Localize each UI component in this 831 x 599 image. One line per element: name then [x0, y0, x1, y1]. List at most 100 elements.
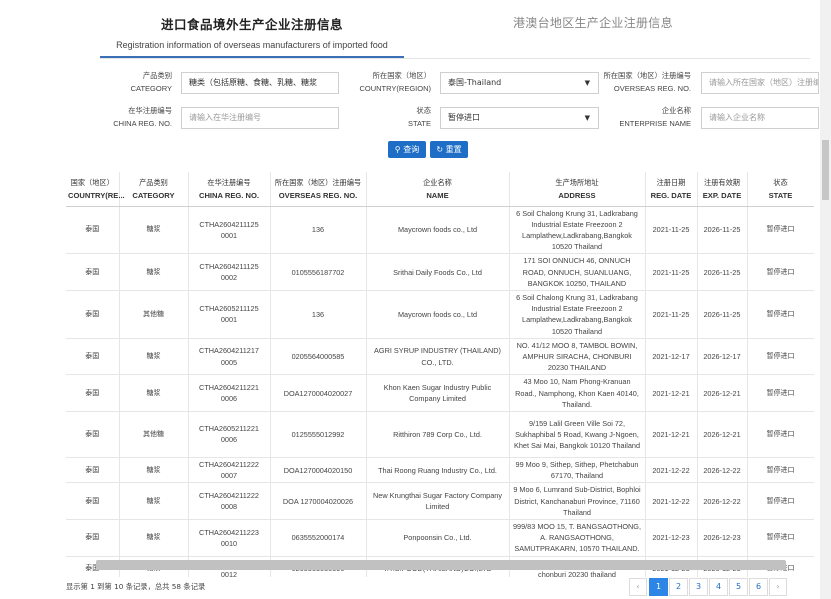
- pagination-page-3[interactable]: 3: [689, 578, 708, 596]
- cell-state: 暂停进口: [747, 374, 814, 412]
- enterprise-input[interactable]: 请输入企业名称: [701, 107, 819, 129]
- reset-button[interactable]: ↻ 重置: [430, 141, 468, 158]
- overseas-reg-input[interactable]: 请输入所在国家（地区）注册编号: [701, 72, 819, 94]
- cell-exp-date: 2026-12-22: [697, 457, 748, 484]
- cell-china-reg: CTHA2604211223 0010: [188, 519, 271, 557]
- cell-country: 泰国: [66, 290, 120, 339]
- cell-address: 99 Moo 9, Sithep, Sithep, Phetchabun 671…: [509, 457, 646, 484]
- cell-category: 其他糖: [119, 290, 189, 339]
- cell-exp-date: 2026-12-23: [697, 519, 748, 557]
- cell-name: Ponpoonsin Co., Ltd.: [366, 519, 510, 557]
- table-row[interactable]: 泰国 糖浆 CTHA2604211222 0008 DOA 1270004020026…: [66, 482, 814, 520]
- cell-exp-date: 2026-11-25: [697, 290, 748, 339]
- table-body: 泰国 糖浆 CTHA2604211125 0001 136 Maycrown foods…: [66, 206, 814, 577]
- cell-exp-date: 2026-12-21: [697, 411, 748, 458]
- pagination-prev[interactable]: ‹: [629, 578, 647, 596]
- cell-address: 9/159 Lalil Green Ville Soi 72, Sukhaphi…: [509, 411, 646, 458]
- registration-table: 国家（地区） COUNTRY(RE... 产品类别 CATEGORY 在华注册编号 C…: [66, 172, 814, 577]
- state-select[interactable]: 暂停进口 ▼: [440, 107, 599, 129]
- pagination-page-5[interactable]: 5: [729, 578, 748, 596]
- cell-reg-date: 2021-11-25: [645, 290, 698, 339]
- cell-china-reg: CTHA2604211217 0005: [188, 338, 271, 376]
- cell-name: Khon Kaen Sugar Industry Public Company …: [366, 374, 510, 412]
- cell-name: AGRI SYRUP INDUSTRY (THAILAND) CO., LTD.: [366, 338, 510, 376]
- table-row[interactable]: 泰国 其他糖 CTHA2605211221 0006 0125555012992 Rit…: [66, 411, 814, 458]
- country-label: 所在国家（地区） COUNTRY(REGION): [359, 71, 431, 93]
- cell-category: 其他糖: [119, 411, 189, 458]
- cell-exp-date: 2026-12-22: [697, 482, 748, 520]
- cell-category: 糖浆: [119, 253, 189, 291]
- cell-china-reg: CTHA2604211221 0006: [188, 374, 271, 412]
- table-row[interactable]: 泰国 糖浆 CTHA2604211217 0005 0205564000585 AGRI…: [66, 338, 814, 376]
- cell-reg-date: 2021-12-23: [645, 519, 698, 557]
- cell-category: 糖浆: [119, 374, 189, 412]
- cell-address: 6 Soil Chalong Krung 31, Ladkrabang Indu…: [509, 290, 646, 339]
- chevron-down-icon: ▼: [584, 114, 590, 122]
- category-select[interactable]: 糖类（包括原糖、食糖、乳糖、糖浆: [181, 72, 339, 94]
- china-reg-label: 在华注册编号 CHINA REG. NO.: [113, 106, 172, 128]
- cell-reg-date: 2021-12-17: [645, 338, 698, 376]
- country-select[interactable]: 泰国-Thailand ▼: [440, 72, 599, 94]
- cell-china-reg: CTHA2604211125 0002: [188, 253, 271, 291]
- reset-button-label: 重置: [445, 145, 462, 154]
- pagination-page-1[interactable]: 1: [649, 578, 668, 596]
- cell-category: 糖浆: [119, 206, 189, 255]
- pagination-page-2[interactable]: 2: [669, 578, 688, 596]
- col-exp-date-header: 注册有效期 EXP. DATE: [697, 172, 748, 207]
- pagination-page-6[interactable]: 6: [749, 578, 768, 596]
- table-row[interactable]: 泰国 糖浆 CTHA2604211221 0006 DOA1270004020027 K…: [66, 374, 814, 412]
- table-row[interactable]: 泰国 糖浆 CTHA2604211222 0007 DOA1270004020150 T…: [66, 457, 814, 484]
- cell-reg-date: 2021-11-25: [645, 206, 698, 255]
- cell-overseas-reg: 136: [270, 206, 367, 255]
- tab-overseas-manufacturers[interactable]: 进口食品境外生产企业注册信息 Registration information …: [100, 10, 404, 58]
- cell-name: Maycrown foods co., Ltd: [366, 206, 510, 255]
- search-button[interactable]: ⚲ 查询: [388, 141, 426, 158]
- table-row[interactable]: 泰国 糖浆 CTHA2604211223 0010 0635552000174 Ponp…: [66, 519, 814, 557]
- cell-state: 暂停进口: [747, 457, 814, 484]
- col-country-header: 国家（地区） COUNTRY(RE...: [66, 172, 125, 207]
- cell-name: Thai Roong Ruang Industry Co., Ltd.: [366, 457, 510, 484]
- cell-state: 暂停进口: [747, 338, 814, 376]
- search-button-label: 查询: [403, 145, 420, 154]
- cell-exp-date: 2026-11-25: [697, 206, 748, 255]
- cell-state: 暂停进口: [747, 519, 814, 557]
- table-row[interactable]: 泰国 糖浆 CTHA2604211125 0001 136 Maycrown foods…: [66, 206, 814, 255]
- header-divider: [100, 58, 810, 59]
- pagination-next[interactable]: ›: [769, 578, 787, 596]
- vertical-scrollbar[interactable]: [820, 0, 831, 599]
- cell-country: 泰国: [66, 411, 120, 458]
- cell-reg-date: 2021-12-21: [645, 374, 698, 412]
- tab-hk-macao-taiwan[interactable]: 港澳台地区生产企业注册信息: [513, 14, 673, 31]
- cell-china-reg: CTHA2604211222 0008: [188, 482, 271, 520]
- horizontal-scrollbar[interactable]: [96, 560, 786, 570]
- cell-reg-date: 2021-11-25: [645, 253, 698, 291]
- china-reg-input[interactable]: 请输入在华注册编号: [181, 107, 339, 129]
- table-row[interactable]: 泰国 糖浆 CTHA2604211125 0002 0105556187702 Srit…: [66, 253, 814, 291]
- col-china-reg-header: 在华注册编号 CHINA REG. NO.: [188, 172, 271, 207]
- state-label: 状态 STATE: [407, 106, 431, 128]
- cell-state: 暂停进口: [747, 253, 814, 291]
- cell-reg-date: 2021-12-22: [645, 482, 698, 520]
- pagination-page-4[interactable]: 4: [709, 578, 728, 596]
- records-summary: 显示第 1 到第 10 条记录，总共 58 条记录: [66, 582, 206, 591]
- table-row[interactable]: 泰国 其他糖 CTHA2605211125 0001 136 Maycrown food…: [66, 290, 814, 339]
- scroll-thumb[interactable]: [822, 140, 829, 200]
- col-reg-date-header: 注册日期 REG. DATE: [645, 172, 698, 207]
- cell-state: 暂停进口: [747, 411, 814, 458]
- cell-category: 糖浆: [119, 457, 189, 484]
- cell-country: 泰国: [66, 338, 120, 376]
- overseas-reg-label: 所在国家（地区）注册编号 OVERSEAS REG. NO.: [603, 71, 691, 93]
- tab-title-en: Registration information of overseas man…: [116, 40, 388, 50]
- cell-overseas-reg: DOA1270004020027: [270, 374, 367, 412]
- cell-exp-date: 2026-12-17: [697, 338, 748, 376]
- cell-country: 泰国: [66, 482, 120, 520]
- cell-reg-date: 2021-12-21: [645, 411, 698, 458]
- cell-name: Ritthiron 789 Corp Co., Ltd.: [366, 411, 510, 458]
- tab-title-cn: 进口食品境外生产企业注册信息: [160, 17, 343, 32]
- cell-exp-date: 2026-11-25: [697, 253, 748, 291]
- cell-overseas-reg: 0205564000585: [270, 338, 367, 376]
- cell-category: 糖浆: [119, 519, 189, 557]
- cell-address: NO. 41/12 MOO 8, TAMBOL BOWIN, AMPHUR SI…: [509, 338, 646, 376]
- cell-overseas-reg: 0105556187702: [270, 253, 367, 291]
- cell-overseas-reg: 0125555012992: [270, 411, 367, 458]
